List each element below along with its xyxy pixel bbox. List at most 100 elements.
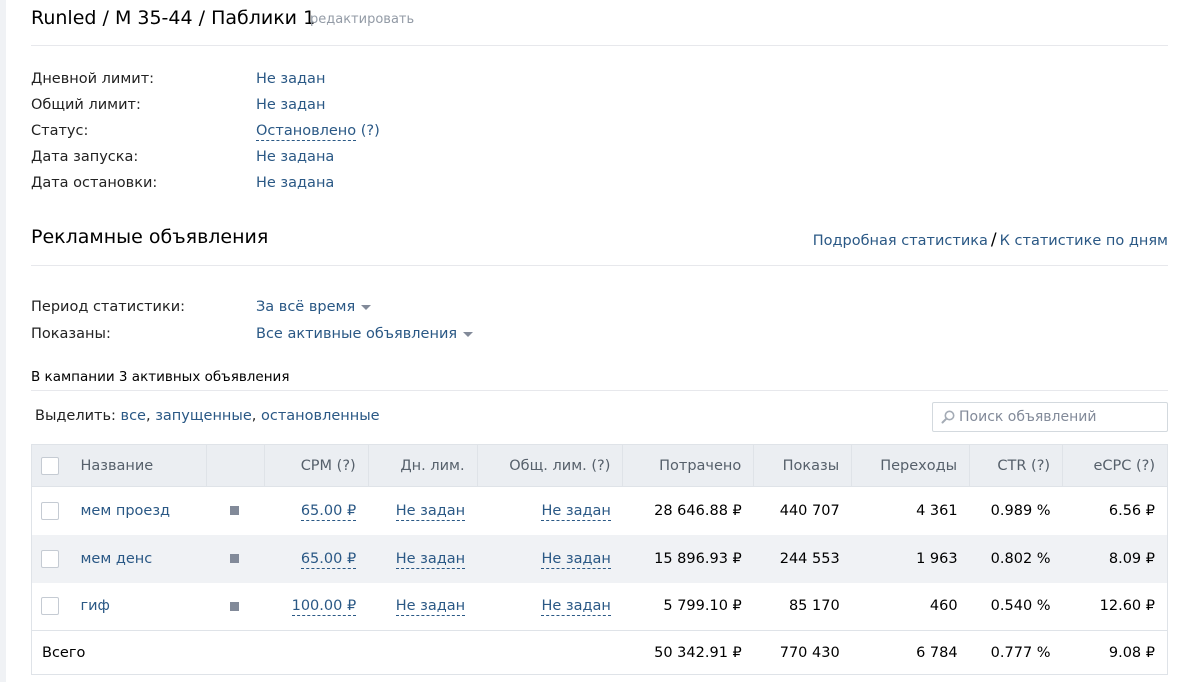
period-label: Период статистики: — [31, 299, 186, 315]
ad-status-cell — [206, 535, 264, 583]
ad-cpm[interactable]: 100.00 ₽ — [291, 598, 357, 617]
period-dropdown[interactable]: За всё время — [256, 299, 372, 315]
ad-status-cell — [206, 583, 264, 631]
status-square-icon — [230, 506, 240, 516]
total-spent: 50 342.91 ₽ — [654, 644, 742, 661]
select-all-checkbox[interactable] — [41, 456, 59, 475]
ad-impressions: 440 707 — [779, 502, 840, 519]
ad-name[interactable]: мем денс — [68, 535, 206, 583]
col-ecpc[interactable]: eCPC (?) — [1062, 444, 1168, 487]
active-ads-count: В кампании 3 активных объявления — [31, 369, 290, 385]
ad-total-limit-cell: Не задан — [477, 487, 623, 535]
total-empty-cell — [368, 631, 477, 675]
select-bar: Выделить: все, запущенные, остановленные — [35, 408, 380, 424]
row-checkbox[interactable] — [41, 501, 59, 520]
status-square-icon — [230, 554, 240, 563]
row-select-cell — [32, 535, 69, 583]
ad-daily-limit-cell: Не задан — [368, 487, 477, 535]
total-empty-cell — [264, 631, 368, 675]
ad-total-limit[interactable]: Не задан — [541, 598, 611, 617]
period-value: За всё время — [256, 299, 356, 315]
row-select-cell — [32, 487, 69, 535]
row-checkbox[interactable] — [41, 549, 59, 568]
total-label: Всего — [42, 644, 86, 661]
daily-limit-label: Дневной лимит: — [31, 71, 155, 87]
ad-name[interactable]: гиф — [68, 583, 206, 631]
ad-daily-limit[interactable]: Не задан — [395, 550, 466, 569]
ad-clicks: 460 — [929, 598, 958, 615]
ad-spent: 5 799.10 ₽ — [663, 598, 742, 615]
ad-total-limit[interactable]: Не задан — [541, 502, 611, 521]
shown-label: Показаны: — [31, 326, 111, 342]
search-input[interactable] — [959, 409, 1159, 425]
stop-date-value: Не задана — [256, 175, 335, 191]
caret-down-icon — [463, 331, 474, 337]
row-select-cell — [32, 583, 69, 631]
col-ctr[interactable]: CTR (?) — [969, 444, 1064, 487]
table-row: мем проезд 65.00 ₽ Не задан Не задан 28 … — [32, 487, 1168, 535]
col-name[interactable]: Название — [68, 444, 207, 487]
total-empty-cell — [477, 631, 623, 675]
col-impressions[interactable]: Показы — [753, 444, 853, 487]
search-box[interactable] — [932, 402, 1168, 432]
ad-cpm-cell: 100.00 ₽ — [264, 583, 368, 631]
ad-total-limit-cell: Не задан — [477, 583, 623, 631]
shown-value: Все активные объявления — [256, 326, 458, 342]
ad-status-cell — [206, 487, 264, 535]
detailed-stats-link[interactable]: Подробная статистика — [813, 233, 988, 249]
shown-dropdown[interactable]: Все активные объявления — [256, 326, 474, 342]
stop-date-label: Дата остановки: — [31, 175, 158, 191]
ad-daily-limit-cell: Не задан — [368, 535, 477, 583]
ad-ecpc: 12.60 ₽ — [1099, 598, 1155, 615]
col-daily-limit[interactable]: Дн. лим. — [367, 444, 478, 487]
daily-stats-link[interactable]: К статистике по дням — [1000, 233, 1168, 249]
ad-daily-limit-cell: Не задан — [368, 583, 477, 631]
divider — [31, 265, 1168, 266]
ad-cpm-cell: 65.00 ₽ — [264, 487, 368, 535]
ad-impressions: 244 553 — [779, 550, 840, 567]
status-value[interactable]: Остановлено — [256, 123, 357, 141]
comma: , — [251, 408, 257, 424]
select-all-cell — [31, 444, 69, 487]
col-spent[interactable]: Потрачено — [622, 444, 755, 487]
ad-ecpc: 6.56 ₽ — [1108, 502, 1155, 519]
status-help[interactable]: (?) — [361, 123, 380, 139]
total-ecpc: 9.08 ₽ — [1108, 644, 1155, 661]
total-empty-cell — [206, 631, 264, 675]
edit-link[interactable]: редактировать — [310, 12, 414, 27]
select-stopped-link[interactable]: остановленные — [261, 408, 380, 424]
divider — [31, 390, 1168, 391]
status-value-group: Остановлено (?) — [256, 123, 380, 141]
ad-ctr: 0.989 % — [990, 502, 1051, 519]
ad-total-limit[interactable]: Не задан — [541, 550, 611, 569]
ad-cpm-cell: 65.00 ₽ — [264, 535, 368, 583]
total-ctr: 0.777 % — [990, 644, 1051, 661]
col-clicks[interactable]: Переходы — [851, 444, 971, 487]
left-sidebar-strip — [0, 0, 6, 682]
ad-cpm[interactable]: 65.00 ₽ — [300, 550, 357, 569]
comma: , — [145, 408, 151, 424]
ad-cpm[interactable]: 65.00 ₽ — [300, 502, 357, 521]
col-status — [205, 444, 265, 487]
select-running-link[interactable]: запущенные — [155, 408, 252, 424]
status-label: Статус: — [31, 123, 89, 139]
row-checkbox[interactable] — [41, 597, 59, 616]
col-total-limit[interactable]: Общ. лим. (?) — [476, 444, 624, 487]
col-cpm[interactable]: CPM (?) — [263, 444, 369, 487]
stats-links-separator: / — [990, 230, 997, 250]
ad-ctr: 0.802 % — [990, 550, 1051, 567]
ad-daily-limit[interactable]: Не задан — [395, 502, 466, 521]
ad-daily-limit[interactable]: Не задан — [395, 598, 466, 617]
ad-ctr: 0.540 % — [990, 598, 1051, 615]
ad-spent: 15 896.93 ₽ — [654, 550, 742, 567]
total-limit-label: Общий лимит: — [31, 97, 141, 113]
table-total-row: Всего 50 342.91 ₽ 770 430 6 784 0.777 % … — [31, 630, 1168, 675]
start-date-value: Не задана — [256, 149, 335, 165]
ad-total-limit-cell: Не задан — [477, 535, 623, 583]
ad-ecpc: 8.09 ₽ — [1108, 550, 1155, 567]
select-all-link[interactable]: все — [121, 408, 146, 424]
ad-name[interactable]: мем проезд — [68, 487, 206, 535]
table-row: мем денс 65.00 ₽ Не задан Не задан 15 89… — [31, 534, 1168, 583]
stats-links: Подробная статистика / К статистике по дня… — [813, 230, 1168, 250]
divider — [31, 45, 1168, 46]
